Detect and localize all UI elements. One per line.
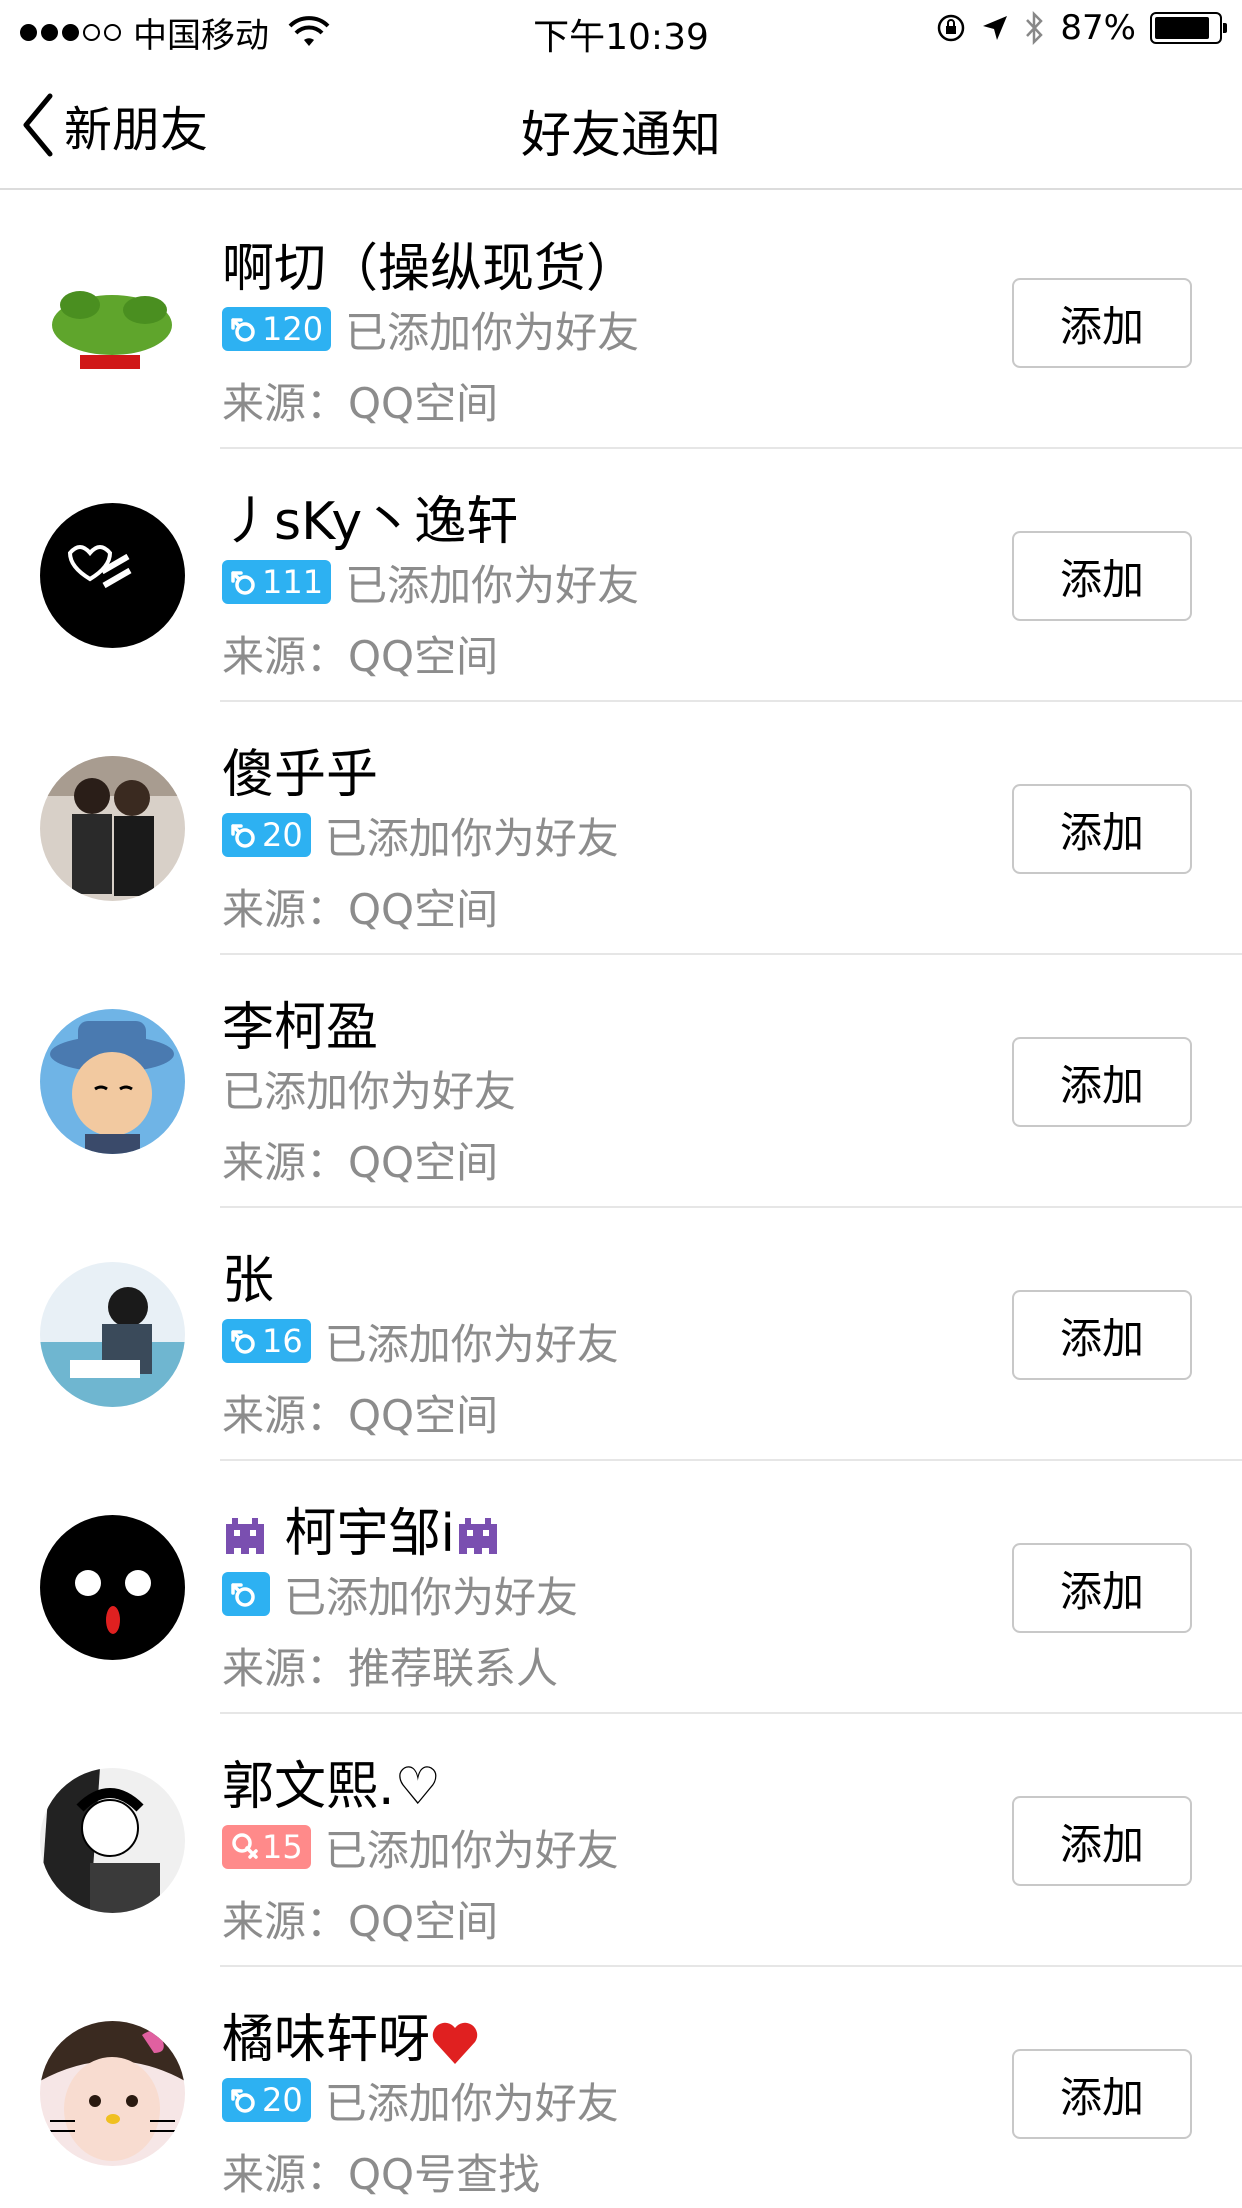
page-title: 好友通知	[521, 106, 721, 164]
request-status: 已添加你为好友	[345, 307, 640, 357]
gender-age-badge: 16	[222, 1319, 311, 1363]
gender-age-badge: 15	[222, 1825, 311, 1869]
gender-age-badge	[222, 1572, 270, 1616]
male-icon	[231, 1330, 255, 1354]
add-friend-button[interactable]: 添加	[1012, 1037, 1192, 1127]
male-icon	[231, 318, 255, 342]
age-value: 20	[262, 2081, 303, 2119]
age-value: 20	[262, 816, 303, 854]
add-friend-button[interactable]: 添加	[1012, 278, 1192, 368]
friend-name-line: 橘味轩呀	[222, 1997, 480, 2072]
add-friend-button[interactable]: 添加	[1012, 531, 1192, 621]
request-source: 来源：QQ空间	[222, 379, 499, 428]
age-value: 120	[262, 310, 324, 348]
add-friend-button[interactable]: 添加	[1012, 1543, 1192, 1633]
request-status: 已添加你为好友	[324, 2078, 619, 2128]
friend-request-row[interactable]: 李柯盈 已添加你为好友 来源：QQ空间 添加	[0, 955, 1242, 1208]
rotation-lock-icon	[938, 14, 965, 42]
friend-name-line: 啊切（操纵现货）	[222, 226, 638, 301]
request-source: 来源：QQ空间	[222, 1391, 499, 1440]
friend-info-line: 16 已添加你为好友	[222, 1318, 619, 1369]
friend-name: 傻乎乎	[222, 745, 379, 805]
age-value: 16	[262, 1322, 303, 1360]
friend-request-row[interactable]: 橘味轩呀 20 已添加你为好友 来源：QQ号查找 添加	[0, 1967, 1242, 2208]
avatar[interactable]	[40, 756, 185, 901]
add-friend-button[interactable]: 添加	[1012, 1290, 1192, 1380]
request-status: 已添加你为好友	[284, 1572, 579, 1622]
friend-request-list: 啊切（操纵现货） 120 已添加你为好友 来源：QQ空间 添加 丿sKy丶逸轩 …	[0, 196, 1242, 2208]
request-source: 来源：QQ空间	[222, 632, 499, 681]
alien-monster-emoji-icon	[458, 1518, 497, 1554]
avatar[interactable]	[40, 1768, 185, 1913]
friend-name: 橘味轩呀	[222, 2010, 431, 2070]
friend-info-line: 已添加你为好友	[222, 1571, 578, 1622]
friend-name: 张	[222, 1251, 275, 1311]
request-source: 来源：QQ号查找	[222, 2150, 541, 2199]
friend-request-row[interactable]: 啊切（操纵现货） 120 已添加你为好友 来源：QQ空间 添加	[0, 196, 1242, 449]
request-status: 已添加你为好友	[324, 1319, 619, 1369]
bluetooth-icon	[1026, 11, 1044, 45]
request-source: 来源：推荐联系人	[222, 1644, 559, 1693]
status-bar-right: 87%	[936, 8, 1227, 48]
friend-request-row[interactable]: 傻乎乎 20 已添加你为好友 来源：QQ空间 添加	[0, 702, 1242, 955]
female-icon	[232, 1833, 258, 1859]
friend-request-row[interactable]: 郭文熙.♡ 15 已添加你为好友 来源：QQ空间 添加	[0, 1714, 1242, 1967]
friend-request-row[interactable]: 柯宇邹i 已添加你为好友 来源：推荐联系人 添加	[0, 1461, 1242, 1714]
male-icon	[231, 824, 255, 848]
avatar[interactable]	[40, 1515, 185, 1660]
friend-info-line: 111 已添加你为好友	[222, 559, 639, 610]
friend-name-line: 张	[222, 1238, 274, 1313]
location-arrow-icon	[983, 16, 1008, 40]
friend-name-line: 丿sKy丶逸轩	[222, 479, 518, 554]
male-icon	[231, 2089, 255, 2113]
friend-name: 柯宇邹i	[284, 1504, 455, 1564]
friend-name-line: 李柯盈	[222, 985, 378, 1060]
gender-age-badge: 20	[222, 2078, 311, 2122]
friend-info-line: 120 已添加你为好友	[222, 306, 639, 357]
gender-age-badge: 111	[222, 560, 332, 604]
friend-name-line: 柯宇邹i	[222, 1491, 501, 1566]
alien-monster-emoji-icon	[226, 1518, 264, 1554]
battery-percent: 87%	[1060, 8, 1136, 48]
friend-name-line: 郭文熙.♡	[222, 1744, 441, 1819]
gender-age-badge: 120	[222, 307, 332, 351]
request-status: 已添加你为好友	[345, 560, 640, 610]
add-friend-button[interactable]: 添加	[1012, 1796, 1192, 1886]
friend-name: 李柯盈	[222, 998, 379, 1058]
avatar[interactable]	[40, 503, 185, 648]
friend-request-row[interactable]: 张 16 已添加你为好友 来源：QQ空间 添加	[0, 1208, 1242, 1461]
request-source: 来源：QQ空间	[222, 1138, 499, 1187]
friend-name: 郭文熙.♡	[222, 1757, 442, 1817]
friend-name: 丿sKy丶逸轩	[222, 492, 519, 552]
male-icon	[231, 1583, 255, 1607]
friend-info-line: 已添加你为好友	[222, 1065, 516, 1116]
friend-info-line: 20 已添加你为好友	[222, 2077, 619, 2128]
friend-name: 啊切（操纵现货）	[222, 239, 639, 299]
add-friend-button[interactable]: 添加	[1012, 2049, 1192, 2139]
friend-info-line: 20 已添加你为好友	[222, 812, 619, 863]
age-value: 111	[262, 563, 324, 601]
male-icon	[231, 571, 255, 595]
friend-request-row[interactable]: 丿sKy丶逸轩 111 已添加你为好友 来源：QQ空间 添加	[0, 449, 1242, 702]
request-status: 已添加你为好友	[324, 1825, 619, 1875]
avatar[interactable]	[40, 250, 185, 395]
nav-bar: 新朋友 好友通知	[0, 60, 1242, 190]
add-friend-button[interactable]: 添加	[1012, 784, 1192, 874]
request-status: 已添加你为好友	[324, 813, 619, 863]
friend-info-line: 15 已添加你为好友	[222, 1824, 619, 1875]
age-value: 15	[262, 1828, 303, 1866]
request-source: 来源：QQ空间	[222, 885, 499, 934]
avatar[interactable]	[40, 2021, 185, 2166]
gender-age-badge: 20	[222, 813, 311, 857]
status-bar: 中国移动 下午10:39 87%	[0, 0, 1242, 60]
request-status: 已添加你为好友	[222, 1066, 517, 1116]
friend-name-line: 傻乎乎	[222, 732, 378, 807]
avatar[interactable]	[40, 1009, 185, 1154]
battery-icon	[1150, 12, 1227, 44]
avatar[interactable]	[40, 1262, 185, 1407]
request-source: 来源：QQ空间	[222, 1897, 499, 1946]
red-heart-emoji-icon	[432, 2022, 478, 2064]
